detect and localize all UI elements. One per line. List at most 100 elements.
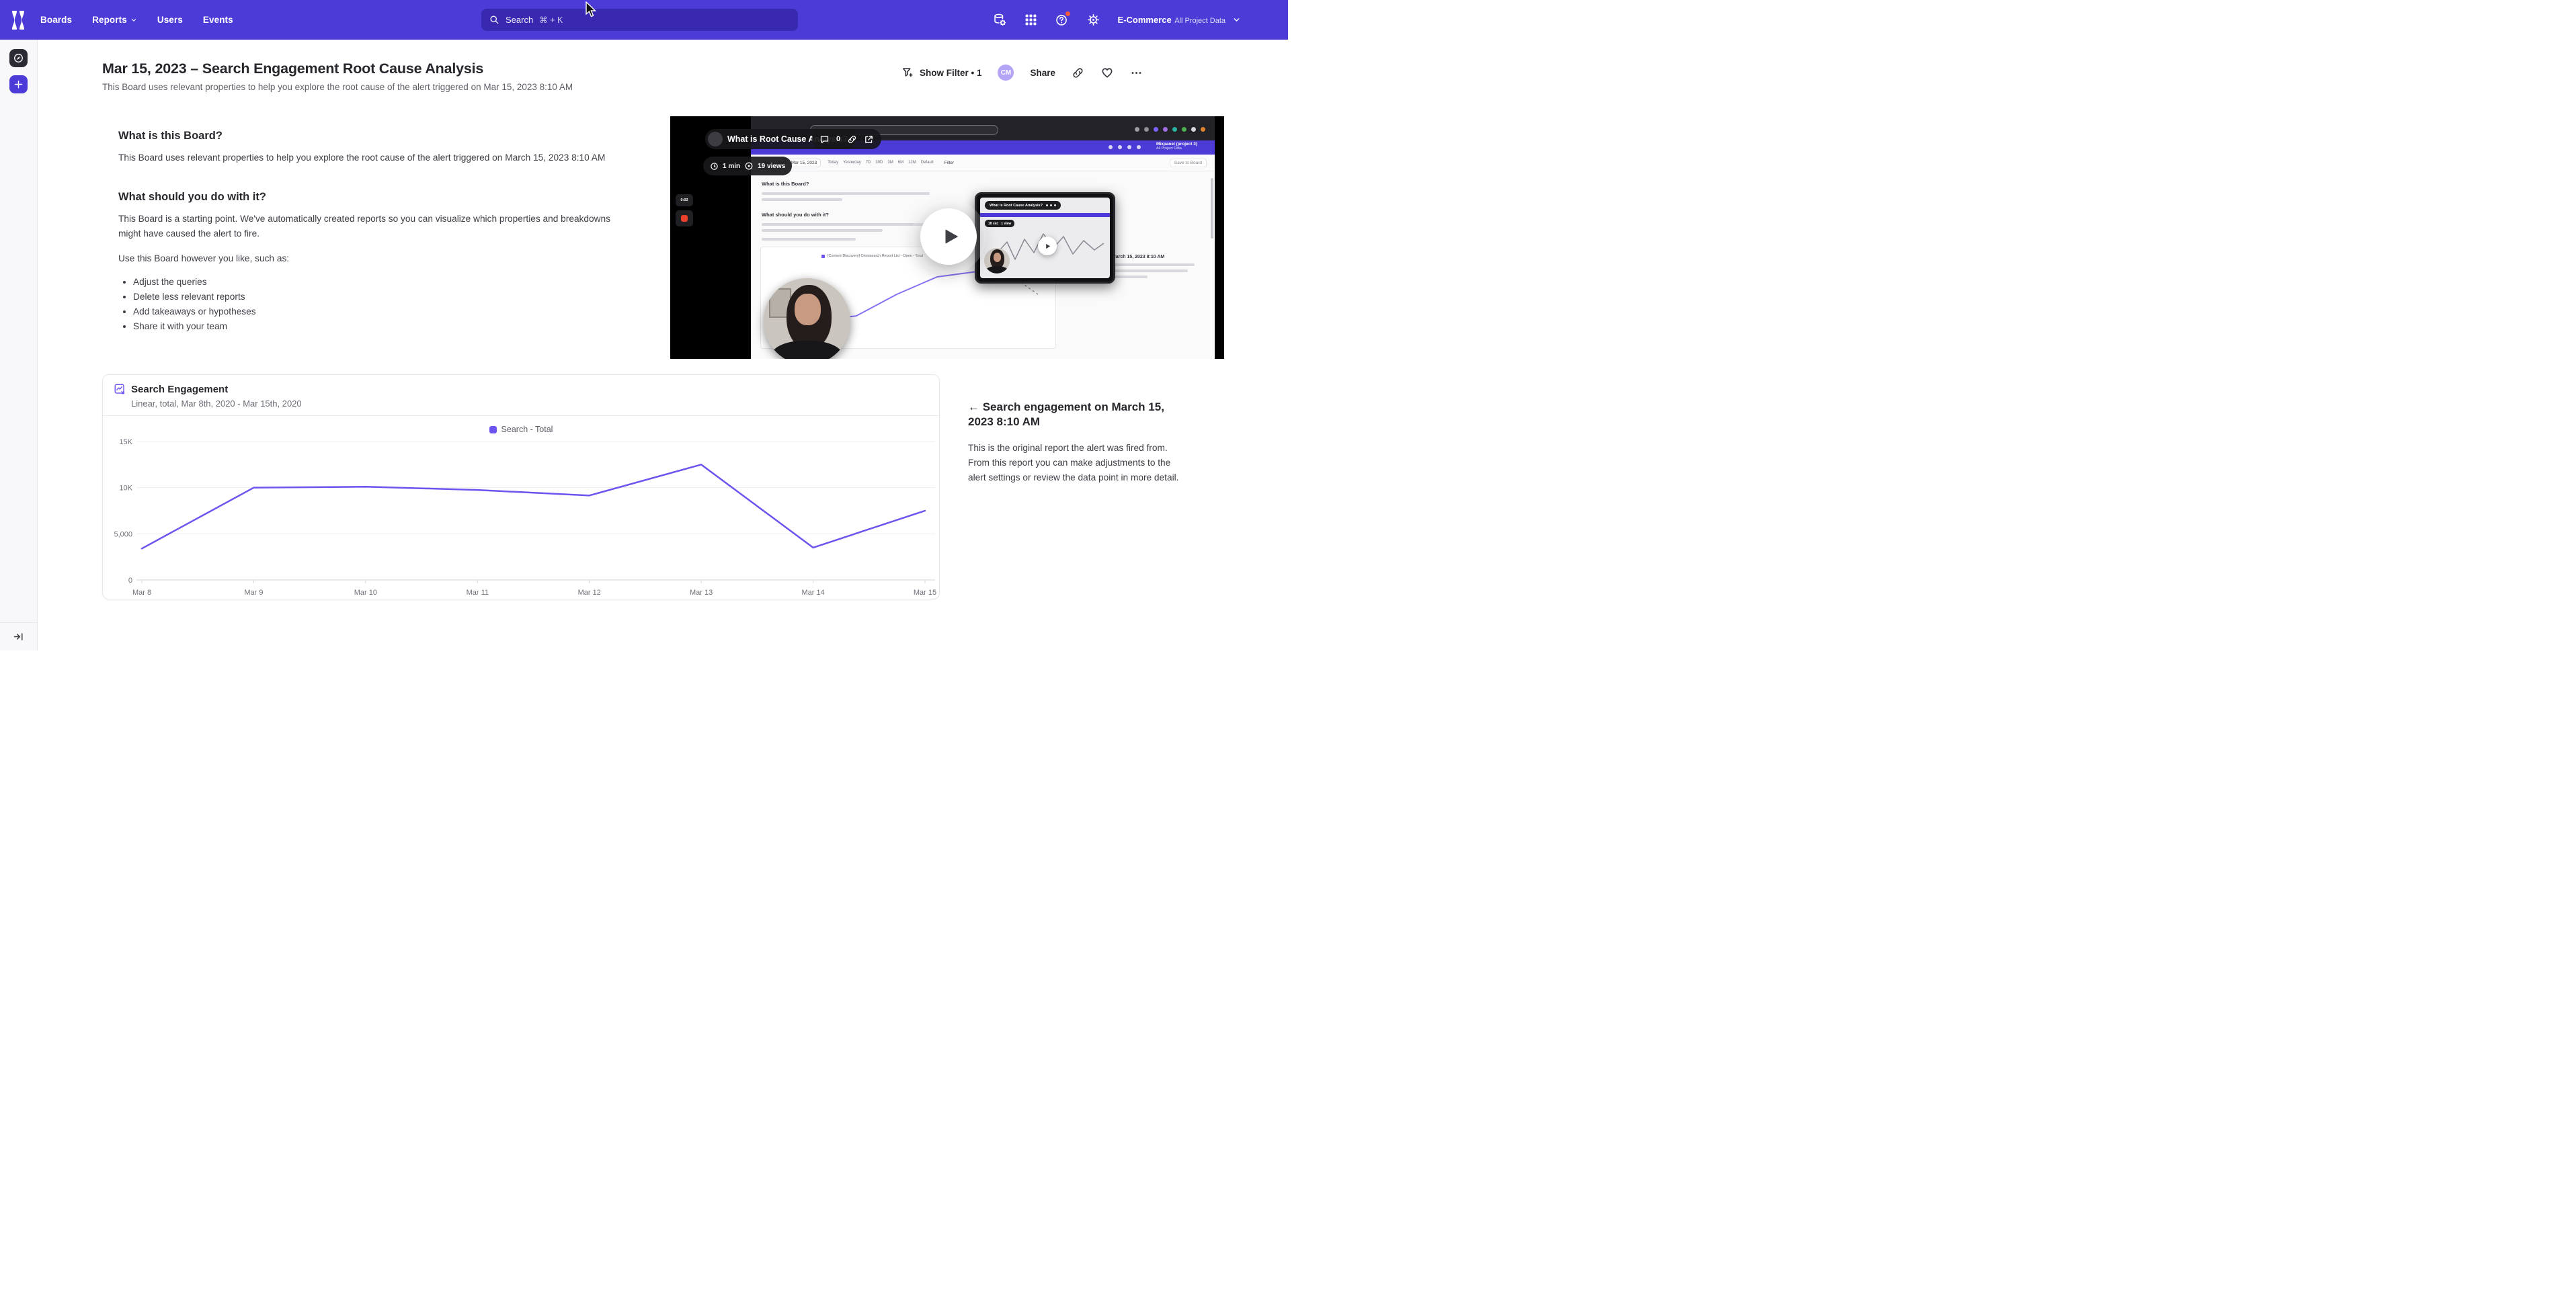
doc-paragraph: Use this Board however you like, such as… bbox=[118, 251, 620, 266]
nav-item-users[interactable]: Users bbox=[157, 15, 183, 25]
mouse-cursor bbox=[584, 1, 599, 19]
skeleton-line bbox=[762, 223, 933, 226]
report-card-header: Search Engagement Linear, total, Mar 8th… bbox=[103, 375, 939, 416]
ellipsis-icon bbox=[1130, 67, 1143, 79]
line-chart-icon bbox=[114, 383, 126, 395]
pip-stats-pill: 18 sec 1 view bbox=[985, 220, 1014, 227]
rec-toolbar: Mar 9, 2023 – Mar 15, 2023 TodayYesterda… bbox=[751, 155, 1215, 171]
show-filter-label: Show Filter • 1 bbox=[920, 68, 982, 78]
comment-icon[interactable] bbox=[819, 134, 830, 144]
recorder-stop-chip bbox=[676, 210, 693, 226]
play-icon bbox=[940, 226, 961, 247]
create-button[interactable] bbox=[9, 75, 28, 93]
report-title: Search Engagement bbox=[131, 384, 228, 395]
svg-text:Mar 8: Mar 8 bbox=[132, 589, 151, 597]
report-section: Search Engagement Linear, total, Mar 8th… bbox=[102, 374, 1288, 599]
svg-text:Mar 12: Mar 12 bbox=[578, 589, 601, 597]
rec-date-preset: Today bbox=[828, 161, 838, 165]
report-card[interactable]: Search Engagement Linear, total, Mar 8th… bbox=[102, 374, 940, 599]
video-views: 19 views bbox=[758, 163, 785, 170]
rec-heading: What should you do with it? bbox=[762, 212, 933, 218]
skeleton-line bbox=[762, 229, 883, 232]
doc-heading: What should you do with it? bbox=[118, 191, 620, 204]
database-gear-icon bbox=[993, 13, 1007, 27]
pip-video-title: What is Root Cause Analysis? bbox=[990, 204, 1043, 208]
help-button[interactable] bbox=[1055, 13, 1069, 27]
rec-date-preset: 12M bbox=[908, 161, 916, 165]
pip-screen: What is Root Cause Analysis? 18 sec 1 vi… bbox=[980, 198, 1110, 278]
nav-item-boards[interactable]: Boards bbox=[40, 15, 72, 25]
svg-text:Mar 13: Mar 13 bbox=[690, 589, 713, 597]
heart-icon bbox=[1100, 66, 1114, 79]
apps-grid-button[interactable] bbox=[1024, 13, 1037, 26]
notification-dot bbox=[1065, 11, 1071, 17]
nav-item-label: Users bbox=[157, 15, 183, 25]
grid-icon bbox=[1024, 13, 1037, 26]
rec-date-preset: 6M bbox=[898, 161, 903, 165]
comment-count: 0 bbox=[836, 135, 840, 143]
chart-legend: Search - Total bbox=[103, 425, 939, 434]
pip-duration: 18 sec bbox=[988, 222, 998, 226]
compass-icon bbox=[13, 52, 24, 64]
nav-menu: Boards Reports Users Events bbox=[40, 15, 233, 25]
doc-bullet: Adjust the queries bbox=[133, 277, 620, 287]
doc-bullet: Add takeaways or hypotheses bbox=[133, 306, 620, 317]
top-nav: Boards Reports Users Events Search ⌘ + K… bbox=[0, 0, 1288, 40]
svg-text:10K: 10K bbox=[119, 485, 132, 493]
expand-sidebar-button[interactable] bbox=[0, 622, 37, 650]
mixpanel-logo[interactable] bbox=[11, 11, 26, 30]
search-shortcut: ⌘ + K bbox=[539, 15, 563, 25]
svg-text:Mar 15: Mar 15 bbox=[914, 589, 936, 597]
rec-filter-label: Filter bbox=[944, 161, 954, 165]
doc-paragraph: This Board uses relevant properties to h… bbox=[118, 151, 620, 165]
recorder-timer-chip: 0:02 bbox=[676, 194, 693, 206]
avatar[interactable]: CM bbox=[998, 65, 1014, 81]
main-content: Mar 15, 2023 – Search Engagement Root Ca… bbox=[38, 40, 1288, 650]
annotation-title: ← Search engagement on March 15, 2023 8:… bbox=[968, 400, 1190, 430]
discover-button[interactable] bbox=[9, 49, 28, 67]
show-filter-button[interactable]: Show Filter • 1 bbox=[901, 67, 982, 79]
link-icon[interactable] bbox=[847, 134, 857, 144]
video-player[interactable]: Mixpanel (project 3) All Project Data Ma… bbox=[670, 116, 1224, 359]
more-actions-button[interactable] bbox=[1130, 67, 1143, 79]
video-pip-tablet: What is Root Cause Analysis? 18 sec 1 vi… bbox=[975, 192, 1115, 284]
project-scope: All Project Data bbox=[1174, 17, 1225, 25]
favorite-button[interactable] bbox=[1100, 66, 1114, 79]
presenter-webcam-bubble bbox=[764, 278, 850, 359]
nav-item-events[interactable]: Events bbox=[203, 15, 233, 25]
pip-purple-nav bbox=[980, 213, 1110, 217]
search-input[interactable]: Search ⌘ + K bbox=[481, 9, 798, 31]
rec-extension-icons bbox=[1135, 127, 1205, 132]
nav-item-reports[interactable]: Reports bbox=[92, 15, 137, 25]
record-dot-icon bbox=[681, 215, 688, 222]
page-title: Mar 15, 2023 – Search Engagement Root Ca… bbox=[102, 60, 573, 77]
video-play-button[interactable] bbox=[920, 208, 977, 265]
open-external-icon[interactable] bbox=[864, 134, 874, 144]
rec-save-to-board: Save to Board bbox=[1170, 159, 1207, 167]
pip-views: 1 view bbox=[1001, 222, 1011, 226]
rec-project-scope: All Project Data bbox=[1156, 146, 1197, 151]
copy-link-button[interactable] bbox=[1072, 67, 1084, 79]
share-button[interactable]: Share bbox=[1030, 68, 1055, 78]
clock-icon bbox=[710, 162, 719, 171]
svg-text:15K: 15K bbox=[119, 438, 132, 446]
video-duration: 1 min bbox=[723, 163, 740, 170]
settings-button[interactable] bbox=[1086, 13, 1100, 27]
legend-label: Search - Total bbox=[501, 425, 553, 434]
pip-title-pill: What is Root Cause Analysis? bbox=[985, 201, 1061, 210]
report-subtitle: Linear, total, Mar 8th, 2020 - Mar 15th,… bbox=[131, 398, 928, 409]
nav-item-label: Reports bbox=[92, 15, 127, 25]
data-management-button[interactable] bbox=[993, 13, 1007, 27]
pip-play-button[interactable] bbox=[1038, 237, 1057, 255]
svg-text:Mar 11: Mar 11 bbox=[467, 589, 489, 597]
skeleton-line bbox=[762, 238, 856, 241]
svg-text:Mar 9: Mar 9 bbox=[244, 589, 263, 597]
nav-item-label: Events bbox=[203, 15, 233, 25]
left-rail bbox=[0, 40, 38, 650]
intro-section: What is this Board? This Board uses rele… bbox=[118, 116, 1288, 374]
doc-bullet: Share it with your team bbox=[133, 321, 620, 331]
project-switcher[interactable]: E-Commerce All Project Data bbox=[1118, 14, 1241, 26]
skeleton-line bbox=[762, 192, 930, 195]
svg-text:Mar 10: Mar 10 bbox=[354, 589, 377, 597]
presenter-shoulders bbox=[770, 341, 843, 359]
